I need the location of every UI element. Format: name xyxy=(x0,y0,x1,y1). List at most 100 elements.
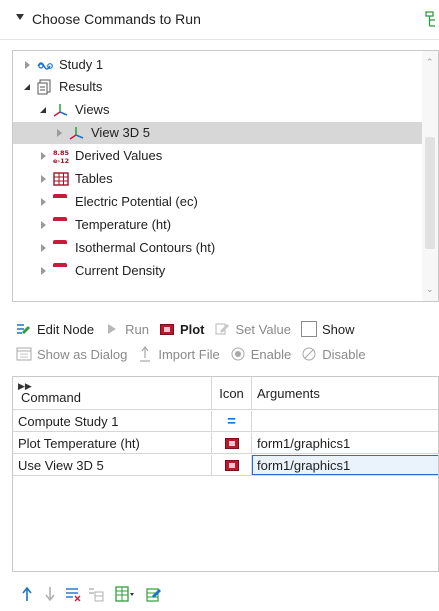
insert-button[interactable] xyxy=(110,585,140,603)
tree-item-label: Isothermal Contours (ht) xyxy=(75,240,216,255)
plot-icon xyxy=(224,437,239,449)
tree-item-label: Derived Values xyxy=(75,148,163,163)
collapse-chevron-icon[interactable] xyxy=(16,14,24,20)
run-label: Run xyxy=(125,321,149,337)
model-tree[interactable]: Study 1 Results Views View 3D 5 8.85 e-12 xyxy=(12,50,439,302)
expand-arrow-icon[interactable] xyxy=(37,145,49,167)
expand-arrow-icon[interactable] xyxy=(21,54,33,76)
checkbox-icon[interactable] xyxy=(300,321,317,337)
tree-item-view-3d-5[interactable]: View 3D 5 xyxy=(13,122,424,144)
tables-icon xyxy=(53,171,69,187)
arguments-cell[interactable]: form1/graphics1 xyxy=(252,433,438,453)
collapse-arrow-icon[interactable] xyxy=(37,99,49,121)
expand-arrow-icon[interactable] xyxy=(37,191,49,213)
section-header[interactable]: Choose Commands to Run xyxy=(0,0,439,40)
plot-group-icon xyxy=(53,194,69,210)
show-button[interactable]: Show xyxy=(300,321,355,337)
table-row[interactable]: Plot Temperature (ht) form1/graphics1 xyxy=(13,433,438,454)
arguments-cell[interactable] xyxy=(252,411,438,431)
table-toolbar xyxy=(18,584,168,604)
plot-icon xyxy=(159,321,175,337)
move-down-button[interactable] xyxy=(41,585,59,603)
section-title: Choose Commands to Run xyxy=(32,11,201,27)
derived-values-icon: 8.85 e-12 xyxy=(53,148,70,165)
delete-rows-button[interactable] xyxy=(64,585,82,603)
edit-node-button[interactable]: Edit Node xyxy=(16,321,94,337)
scroll-thumb[interactable] xyxy=(425,137,435,249)
sort-icon: ▶▶ xyxy=(18,380,32,391)
tree-settings-icon[interactable] xyxy=(420,10,439,30)
tree-item-label: Tables xyxy=(75,171,113,186)
import-file-label: Import File xyxy=(158,346,220,362)
enable-button[interactable]: Enable xyxy=(230,346,291,362)
disable-label: Disable xyxy=(322,346,366,362)
expand-arrow-icon[interactable] xyxy=(37,260,49,282)
plot-icon xyxy=(224,459,239,471)
table-header: ▶▶ Command Icon Arguments xyxy=(13,377,438,410)
collapse-arrow-icon[interactable] xyxy=(21,76,33,98)
expand-arrow-icon[interactable] xyxy=(37,214,49,236)
disable-button[interactable]: Disable xyxy=(301,346,366,362)
clear-table-icon xyxy=(89,588,104,602)
tree-item-results[interactable]: Results xyxy=(21,76,102,98)
column-header-arguments[interactable]: Arguments xyxy=(252,377,438,409)
command-cell[interactable]: Use View 3D 5 xyxy=(13,455,212,475)
table-row[interactable]: Use View 3D 5 form1/graphics1 xyxy=(13,455,438,476)
column-header-command[interactable]: ▶▶ Command xyxy=(13,377,212,409)
command-table[interactable]: ▶▶ Command Icon Arguments Compute Study … xyxy=(12,376,439,572)
edit-node-icon xyxy=(16,321,32,337)
tree-item-electric-potential[interactable]: Electric Potential (ec) xyxy=(37,191,198,213)
tree-item-label: Temperature (ht) xyxy=(75,217,172,232)
scroll-down-icon[interactable]: ⌄ xyxy=(426,284,434,295)
svg-text:8.85: 8.85 xyxy=(53,149,69,157)
expand-arrow-icon[interactable] xyxy=(37,237,49,259)
view3d-icon xyxy=(69,125,85,141)
insert-row-icon xyxy=(115,586,134,602)
command-cell[interactable]: Compute Study 1 xyxy=(13,411,212,431)
run-icon xyxy=(104,321,120,337)
table-row[interactable]: Compute Study 1 = xyxy=(13,411,438,432)
results-icon xyxy=(37,79,53,95)
column-header-icon[interactable]: Icon xyxy=(212,377,252,409)
arrow-down-icon xyxy=(45,587,55,602)
scroll-up-icon[interactable]: ⌃ xyxy=(426,57,434,68)
command-toolbar: Edit Node Run Plot Set Value Show xyxy=(16,318,364,340)
tree-item-temperature[interactable]: Temperature (ht) xyxy=(37,214,171,236)
arguments-cell-selected[interactable]: form1/graphics1 xyxy=(252,455,438,475)
set-value-icon xyxy=(215,321,231,337)
edit-table-icon xyxy=(146,588,161,602)
set-value-label: Set Value xyxy=(235,321,291,337)
set-value-button[interactable]: Set Value xyxy=(215,321,291,337)
tree-item-isothermal-contours[interactable]: Isothermal Contours (ht) xyxy=(37,237,215,259)
run-button[interactable]: Run xyxy=(104,321,149,337)
tree-item-label: Results xyxy=(59,79,103,94)
show-label: Show xyxy=(321,321,355,337)
edit-table-button[interactable] xyxy=(145,585,163,603)
tree-item-views[interactable]: Views xyxy=(37,99,109,121)
move-up-button[interactable] xyxy=(18,585,36,603)
tree-item-label: Views xyxy=(75,102,110,117)
command-cell[interactable]: Plot Temperature (ht) xyxy=(13,433,212,453)
views-icon xyxy=(53,102,69,118)
icon-cell: = xyxy=(212,411,252,431)
tree-item-label: View 3D 5 xyxy=(91,125,151,140)
tree-item-label: Current Density xyxy=(75,263,166,278)
svg-text:e-12: e-12 xyxy=(53,157,69,164)
tree-item-derived-values[interactable]: 8.85 e-12 Derived Values xyxy=(37,145,162,167)
dialog-icon xyxy=(16,346,32,362)
show-as-dialog-button[interactable]: Show as Dialog xyxy=(16,346,127,362)
clear-table-button[interactable] xyxy=(87,585,105,603)
expand-arrow-icon[interactable] xyxy=(37,168,49,190)
tree-item-tables[interactable]: Tables xyxy=(37,168,113,190)
command-toolbar-secondary: Show as Dialog Import File Enable Disabl… xyxy=(16,343,376,365)
plot-button[interactable]: Plot xyxy=(159,321,205,337)
plot-label: Plot xyxy=(179,321,205,337)
tree-scrollbar[interactable]: ⌃ ⌄ xyxy=(422,51,438,301)
import-file-button[interactable]: Import File xyxy=(137,346,220,362)
plot-group-icon xyxy=(53,240,69,256)
tree-item-current-density[interactable]: Current Density xyxy=(37,260,165,282)
expand-arrow-icon[interactable] xyxy=(53,122,65,144)
icon-cell xyxy=(212,433,252,453)
tree-item-label: Study 1 xyxy=(59,57,104,72)
tree-item-study-1[interactable]: Study 1 xyxy=(21,54,103,76)
